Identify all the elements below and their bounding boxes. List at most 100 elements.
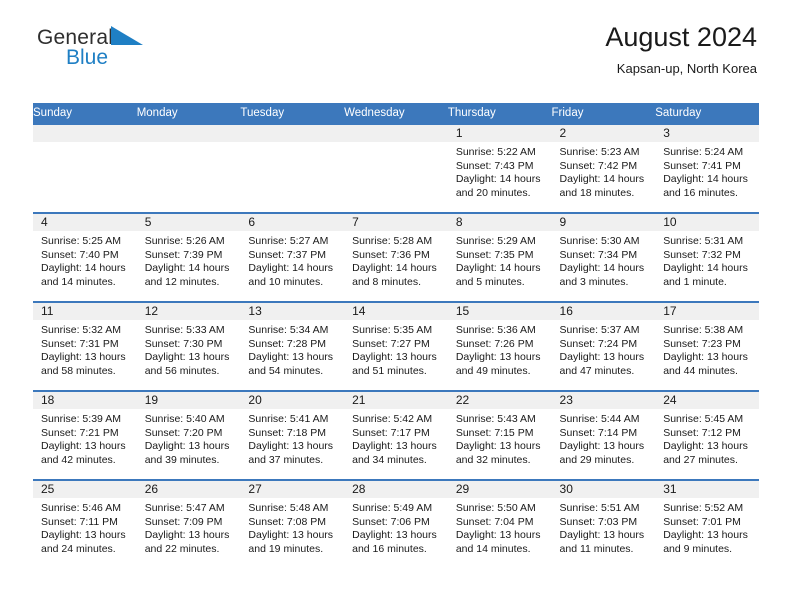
day-details: Sunrise: 5:33 AM Sunset: 7:30 PM Daylight:… — [137, 320, 241, 378]
sunset-text: Sunset: 7:18 PM — [248, 426, 327, 439]
day-number: 26 — [136, 481, 241, 498]
calendar-day-cell[interactable]: 16 Sunrise: 5:37 AM Sunset: 7:24 PM Dayligh… — [551, 301, 656, 391]
daylight-text-line2: and 12 minutes. — [144, 275, 220, 288]
daylight-text-line2: and 39 minutes. — [144, 453, 220, 466]
calendar-day-cell[interactable]: 5 Sunrise: 5:26 AM Sunset: 7:39 PM Daylight… — [136, 212, 241, 302]
daylight-text-line1: Daylight: 13 hours — [248, 351, 334, 364]
calendar-day-cell[interactable]: 13 Sunrise: 5:34 AM Sunset: 7:28 PM Dayligh… — [240, 301, 345, 391]
sunrise-text: Sunrise: 5:43 AM — [455, 413, 536, 425]
calendar-day-cell[interactable]: 15 Sunrise: 5:36 AM Sunset: 7:26 PM Dayligh… — [447, 301, 552, 391]
daylight-text-line2: and 32 minutes. — [455, 453, 531, 466]
calendar-day-cell[interactable]: 14 Sunrise: 5:35 AM Sunset: 7:27 PM Dayligh… — [344, 301, 448, 391]
sunset-text: Sunset: 7:41 PM — [663, 159, 741, 172]
daylight-text-line1: Daylight: 13 hours — [559, 529, 645, 542]
daylight-text-line2: and 1 minute. — [663, 275, 727, 288]
calendar-day-cell[interactable]: 7 Sunrise: 5:28 AM Sunset: 7:36 PM Daylight… — [344, 212, 448, 302]
calendar-day-cell[interactable]: 11 Sunrise: 5:32 AM Sunset: 7:31 PM Dayligh… — [33, 301, 137, 391]
calendar-day-cell[interactable]: 23 Sunrise: 5:44 AM Sunset: 7:14 PM Dayligh… — [551, 390, 656, 480]
day-details: Sunrise: 5:41 AM Sunset: 7:18 PM Daylight:… — [240, 409, 344, 467]
calendar-day-cell[interactable]: 19 Sunrise: 5:40 AM Sunset: 7:20 PM Dayligh… — [136, 390, 241, 480]
calendar-week-row: 4 Sunrise: 5:25 AM Sunset: 7:40 PM Daylight… — [33, 212, 759, 302]
day-number: 8 — [447, 214, 552, 231]
calendar-day-cell[interactable]: 2 Sunrise: 5:23 AM Sunset: 7:42 PM Daylight… — [551, 123, 656, 213]
day-number: 7 — [344, 214, 448, 231]
sunset-text: Sunset: 7:28 PM — [248, 337, 327, 350]
day-details: Sunrise: 5:43 AM Sunset: 7:15 PM Daylight:… — [448, 409, 552, 467]
sunrise-text: Sunrise: 5:30 AM — [559, 235, 640, 247]
calendar-day-cell[interactable]: 18 Sunrise: 5:39 AM Sunset: 7:21 PM Dayligh… — [33, 390, 137, 480]
sunset-text: Sunset: 7:21 PM — [41, 426, 119, 439]
daylight-text-line2: and 56 minutes. — [144, 364, 220, 377]
daylight-text-line1: Daylight: 13 hours — [41, 440, 126, 453]
sunrise-text: Sunrise: 5:25 AM — [41, 235, 121, 247]
calendar-day-cell[interactable]: 24 Sunrise: 5:45 AM Sunset: 7:12 PM Dayligh… — [655, 390, 759, 480]
logo-text-general: General — [37, 26, 114, 49]
day-details: Sunrise: 5:51 AM Sunset: 7:03 PM Daylight:… — [552, 498, 656, 556]
calendar-day-cell[interactable]: 8 Sunrise: 5:29 AM Sunset: 7:35 PM Daylight… — [447, 212, 552, 302]
calendar-day-cell[interactable]: 4 Sunrise: 5:25 AM Sunset: 7:40 PM Daylight… — [33, 212, 137, 302]
daylight-text-line1: Daylight: 14 hours — [144, 262, 230, 275]
day-number: 5 — [136, 214, 241, 231]
calendar-day-cell[interactable]: 21 Sunrise: 5:42 AM Sunset: 7:17 PM Dayligh… — [344, 390, 448, 480]
daylight-text-line2: and 20 minutes. — [455, 186, 531, 199]
daylight-text-line1: Daylight: 14 hours — [41, 262, 126, 275]
daylight-text-line2: and 54 minutes. — [248, 364, 324, 377]
daylight-text-line2: and 51 minutes. — [352, 364, 427, 377]
calendar-day-cell[interactable]: 10 Sunrise: 5:31 AM Sunset: 7:32 PM Dayligh… — [655, 212, 759, 302]
day-number: 20 — [240, 392, 345, 409]
calendar-day-cell[interactable]: 3 Sunrise: 5:24 AM Sunset: 7:41 PM Daylight… — [655, 123, 759, 213]
day-number: 14 — [344, 303, 448, 320]
calendar-day-cell[interactable]: 1 Sunrise: 5:22 AM Sunset: 7:43 PM Daylight… — [447, 123, 552, 213]
calendar-header-row: Sunday Monday Tuesday Wednesday Thursday… — [33, 103, 759, 124]
daylight-text-line1: Daylight: 14 hours — [352, 262, 437, 275]
day-details: Sunrise: 5:36 AM Sunset: 7:26 PM Daylight:… — [448, 320, 552, 378]
sunrise-text: Sunrise: 5:40 AM — [144, 413, 225, 425]
daylight-text-line1: Daylight: 13 hours — [248, 529, 334, 542]
calendar-day-cell[interactable]: 6 Sunrise: 5:27 AM Sunset: 7:37 PM Daylight… — [240, 212, 345, 302]
calendar-day-cell[interactable]: 22 Sunrise: 5:43 AM Sunset: 7:15 PM Dayligh… — [447, 390, 552, 480]
weekday-header-saturday: Saturday — [655, 103, 759, 124]
daylight-text-line1: Daylight: 13 hours — [663, 351, 748, 364]
calendar-day-cell-empty — [33, 123, 137, 213]
weekday-header-sunday: Sunday — [33, 103, 137, 124]
daylight-text-line2: and 29 minutes. — [559, 453, 635, 466]
sunset-text: Sunset: 7:40 PM — [41, 248, 119, 261]
day-details: Sunrise: 5:35 AM Sunset: 7:27 PM Daylight:… — [344, 320, 448, 378]
calendar-day-cell[interactable]: 29 Sunrise: 5:50 AM Sunset: 7:04 PM Dayligh… — [447, 479, 552, 569]
day-number: 13 — [240, 303, 345, 320]
daylight-text-line1: Daylight: 13 hours — [41, 351, 126, 364]
day-number: 23 — [551, 392, 656, 409]
sunrise-text: Sunrise: 5:32 AM — [41, 324, 121, 336]
calendar-day-cell[interactable]: 31 Sunrise: 5:52 AM Sunset: 7:01 PM Dayligh… — [655, 479, 759, 569]
daylight-text-line1: Daylight: 13 hours — [352, 529, 437, 542]
calendar-day-cell[interactable]: 27 Sunrise: 5:48 AM Sunset: 7:08 PM Dayligh… — [240, 479, 345, 569]
calendar-day-cell[interactable]: 30 Sunrise: 5:51 AM Sunset: 7:03 PM Dayligh… — [551, 479, 656, 569]
calendar-day-cell[interactable]: 25 Sunrise: 5:46 AM Sunset: 7:11 PM Dayligh… — [33, 479, 137, 569]
logo[interactable]: General Blue — [37, 26, 217, 72]
calendar-day-cell[interactable]: 9 Sunrise: 5:30 AM Sunset: 7:34 PM Daylight… — [551, 212, 656, 302]
sunrise-text: Sunrise: 5:39 AM — [41, 413, 121, 425]
daylight-text-line1: Daylight: 13 hours — [41, 529, 126, 542]
calendar-day-cell[interactable]: 20 Sunrise: 5:41 AM Sunset: 7:18 PM Dayligh… — [240, 390, 345, 480]
sunset-text: Sunset: 7:24 PM — [559, 337, 638, 350]
day-number: 31 — [655, 481, 759, 498]
daylight-text-line2: and 16 minutes. — [663, 186, 738, 199]
calendar-day-cell[interactable]: 26 Sunrise: 5:47 AM Sunset: 7:09 PM Dayligh… — [136, 479, 241, 569]
daylight-text-line2: and 14 minutes. — [41, 275, 116, 288]
daylight-text-line2: and 3 minutes. — [559, 275, 629, 288]
day-details: Sunrise: 5:45 AM Sunset: 7:12 PM Daylight:… — [655, 409, 759, 467]
sunset-text: Sunset: 7:32 PM — [663, 248, 741, 261]
calendar-day-cell[interactable]: 17 Sunrise: 5:38 AM Sunset: 7:23 PM Dayligh… — [655, 301, 759, 391]
calendar-day-cell[interactable]: 12 Sunrise: 5:33 AM Sunset: 7:30 PM Dayligh… — [136, 301, 241, 391]
day-number: 25 — [33, 481, 137, 498]
daylight-text-line1: Daylight: 14 hours — [248, 262, 334, 275]
calendar-day-cell[interactable]: 28 Sunrise: 5:49 AM Sunset: 7:06 PM Dayligh… — [344, 479, 448, 569]
sunrise-text: Sunrise: 5:41 AM — [248, 413, 329, 425]
day-number: 1 — [447, 125, 552, 142]
daylight-text-line2: and 18 minutes. — [559, 186, 635, 199]
day-details: Sunrise: 5:23 AM Sunset: 7:42 PM Daylight:… — [552, 142, 656, 200]
sunrise-text: Sunrise: 5:23 AM — [559, 146, 640, 158]
weekday-header-monday: Monday — [136, 103, 241, 124]
day-details: Sunrise: 5:40 AM Sunset: 7:20 PM Daylight:… — [137, 409, 241, 467]
calendar-week-row: 25 Sunrise: 5:46 AM Sunset: 7:11 PM Dayligh… — [33, 479, 759, 569]
